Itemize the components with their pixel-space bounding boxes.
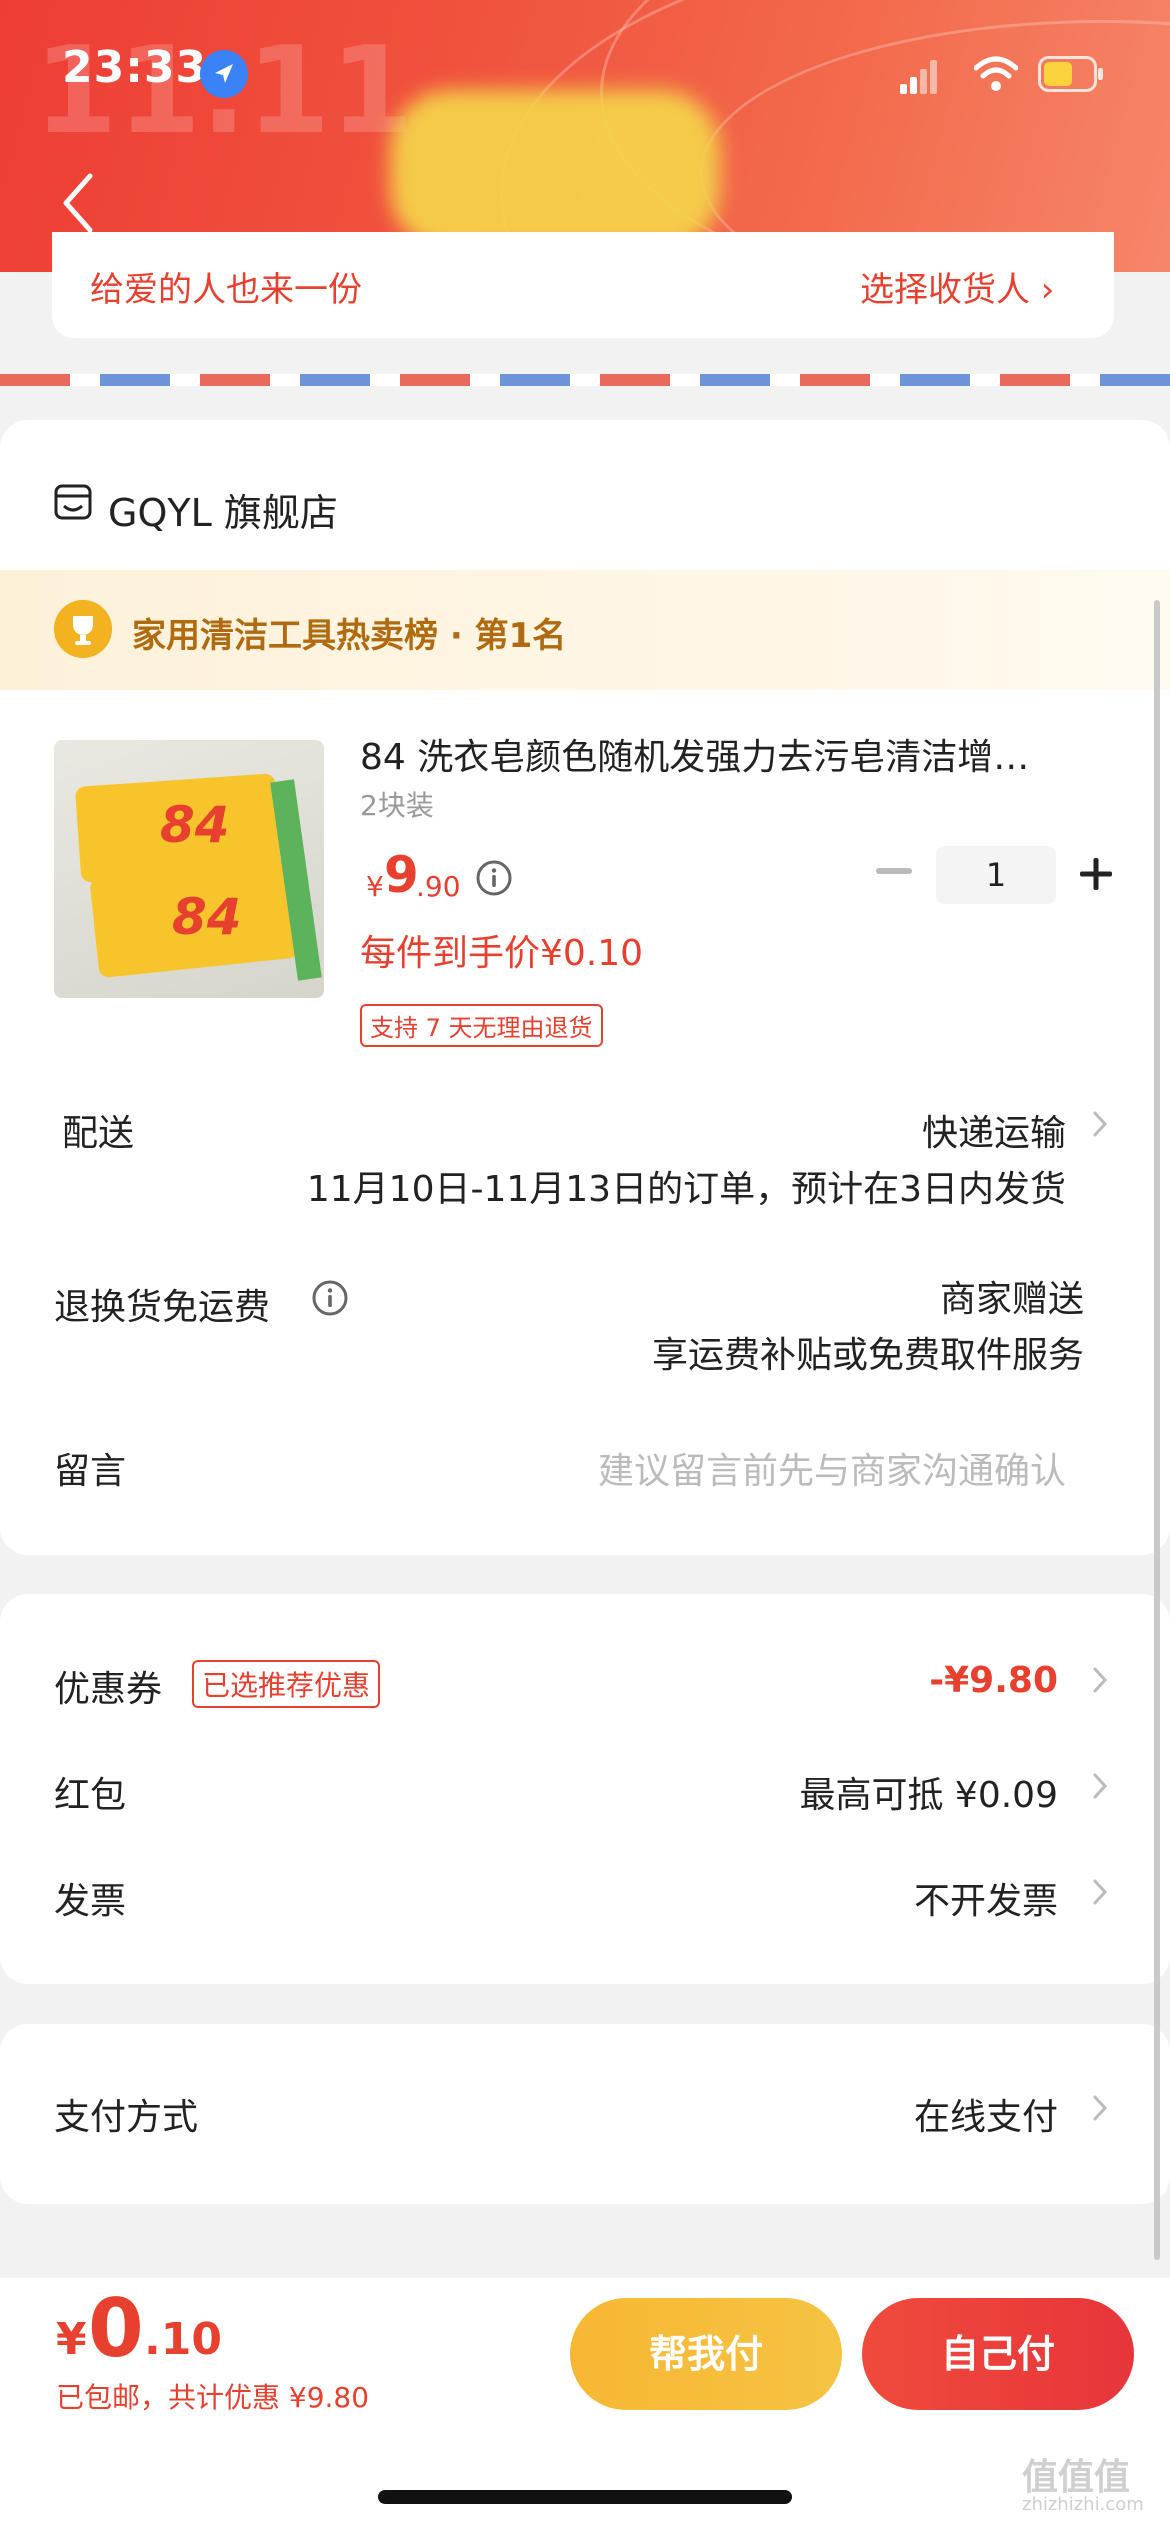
watermark: 值值值 — [1022, 2457, 1131, 2498]
chevron-right-icon[interactable] — [1092, 2094, 1108, 2122]
invoice-label: 发票 — [54, 1881, 127, 1922]
product-image[interactable]: 84 84 — [54, 740, 324, 998]
price-info-icon[interactable] — [476, 860, 512, 896]
coupon-tag: 已选推荐优惠 — [192, 1660, 381, 1708]
return-shipping-value: 商家赠送 — [939, 1279, 1084, 1320]
chevron-right-icon[interactable] — [1092, 1878, 1108, 1906]
cellular-signal-icon — [900, 60, 937, 94]
total-decimal: .10 — [144, 2314, 222, 2365]
return-info-icon[interactable] — [312, 1280, 348, 1316]
message-input[interactable]: 建议留言前先与商家沟通确认 — [400, 1442, 1066, 1494]
payment-label: 支付方式 — [54, 2097, 199, 2138]
total-integer: 0 — [88, 2282, 144, 2375]
store-icon — [54, 484, 92, 520]
coupon-value[interactable]: -¥9.80 — [800, 1660, 1058, 1701]
ranking-text: 家用清洁工具热卖榜 · 第1名 — [132, 616, 567, 656]
self-pay-button[interactable]: 自己付 — [862, 2298, 1134, 2410]
soap-brand-text: 84 — [160, 796, 230, 854]
gift-text: 给爱的人也来一份 — [90, 270, 362, 310]
coupon-label: 优惠券 — [54, 1669, 163, 1710]
trophy-icon — [54, 600, 112, 658]
payment-value[interactable]: 在线支付 — [800, 2088, 1058, 2140]
blurred-page-title — [390, 90, 720, 250]
airmail-border — [0, 374, 1170, 386]
home-indicator[interactable] — [378, 2490, 792, 2504]
battery-icon — [1038, 56, 1103, 92]
total-symbol: ¥ — [56, 2314, 87, 2365]
help-pay-button[interactable]: 帮我付 — [570, 2298, 842, 2410]
location-arrow-icon — [200, 50, 248, 98]
red-packet-value[interactable]: 最高可抵 ¥0.09 — [700, 1766, 1058, 1818]
store-name[interactable]: GQYL 旗舰店 — [108, 482, 338, 537]
watermark-sub: zhizhizhi.com — [1022, 2494, 1144, 2515]
chevron-right-icon[interactable] — [1092, 1772, 1108, 1800]
message-label: 留言 — [54, 1451, 127, 1492]
product-spec[interactable]: 2块装 — [360, 784, 434, 824]
total-summary: 已包邮，共计优惠 ¥9.80 — [56, 2381, 370, 2414]
chevron-right-icon[interactable] — [1092, 1666, 1108, 1694]
price-integer: 9 — [384, 846, 419, 904]
quantity-increase-button[interactable] — [1078, 856, 1114, 892]
red-packet-label: 红包 — [54, 1775, 127, 1816]
quantity-input[interactable]: 1 — [936, 846, 1056, 904]
return-shipping-label: 退换货免运费 — [54, 1287, 271, 1328]
price-decimal: .90 — [416, 870, 461, 903]
chevron-right-icon[interactable] — [1092, 1110, 1108, 1138]
wifi-icon — [974, 56, 1018, 91]
delivery-note: 11月10日-11月13日的订单，预计在3日内发货 — [306, 1169, 1066, 1210]
scrollbar[interactable] — [1154, 600, 1160, 2260]
invoice-value[interactable]: 不开发票 — [800, 1872, 1058, 1924]
quantity-decrease-button[interactable] — [876, 868, 912, 874]
product-title[interactable]: 84 洗衣皂颜色随机发强力去污皂清洁增… — [360, 728, 1100, 780]
delivery-label: 配送 — [62, 1113, 135, 1154]
select-recipient-link[interactable]: 选择收货人 › — [860, 262, 1054, 311]
return-shipping-desc: 享运费补贴或免费取件服务 — [651, 1335, 1084, 1376]
price-symbol: ¥ — [366, 870, 384, 903]
unit-price: 每件到手价¥0.10 — [360, 933, 644, 974]
return-policy-badge: 支持 7 天无理由退货 — [360, 1004, 603, 1047]
status-time: 23:33 — [62, 42, 208, 93]
delivery-method[interactable]: 快递运输 — [700, 1104, 1066, 1156]
back-chevron-icon[interactable] — [60, 172, 96, 234]
soap-brand-text: 84 — [172, 888, 242, 946]
